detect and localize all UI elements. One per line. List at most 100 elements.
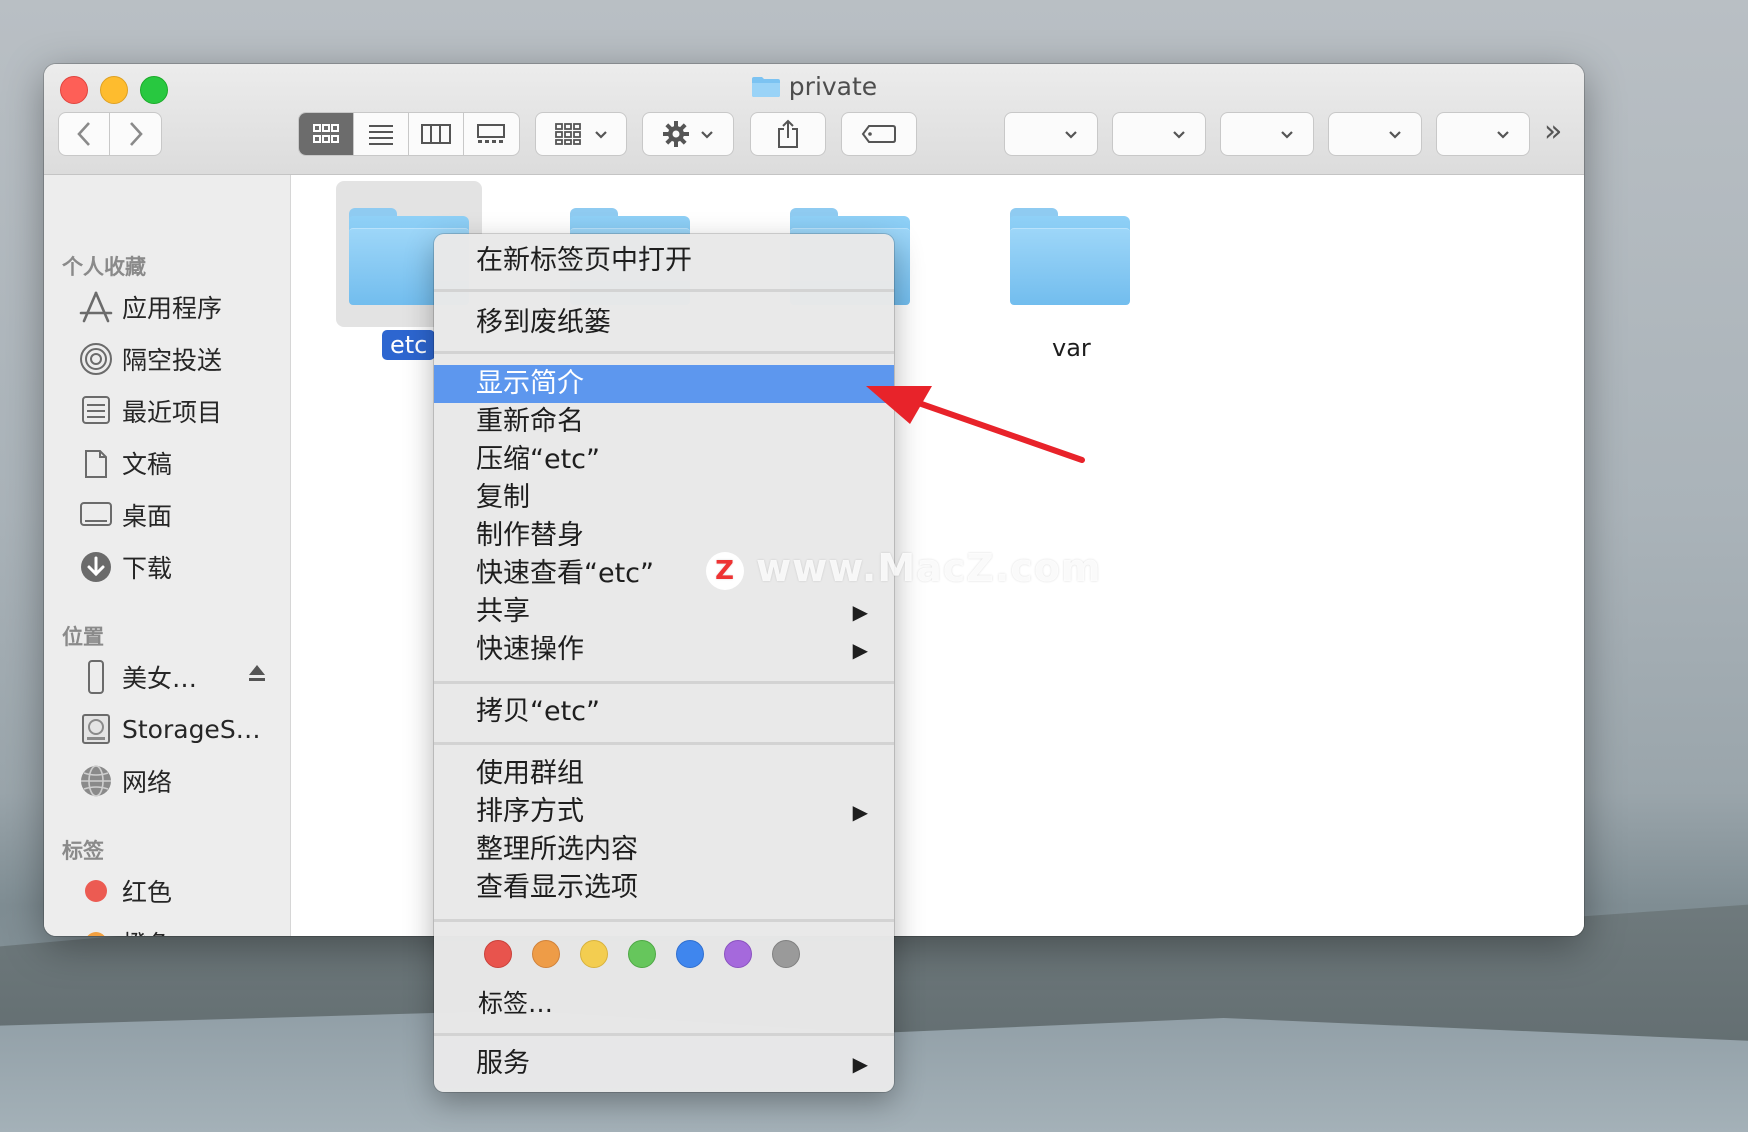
action-button[interactable] [642,112,734,156]
menu-tags[interactable]: 标签… [434,985,894,1023]
sidebar-item-label: 桌面 [122,502,173,531]
desktop-icon [78,497,114,533]
menu-rename[interactable]: 重新命名 [434,403,894,441]
menu-item-label: 服务 [476,1048,530,1079]
columns-icon [421,124,451,144]
folder-var-icon[interactable] [1010,208,1130,305]
column-view-button[interactable] [409,113,464,155]
menu-copy[interactable]: 拷贝“etc” [434,693,894,731]
tag-blue-button[interactable] [676,940,704,968]
back-button[interactable] [59,113,111,155]
toolbar-overflow-button[interactable]: » [1544,114,1562,149]
share-button[interactable] [750,112,826,156]
chevron-down-icon [700,124,714,145]
eject-icon[interactable] [246,661,268,690]
sidebar-item-storage[interactable]: StorageS… [78,709,261,749]
sidebar-header-tags: 标签 [62,839,104,863]
context-menu: 在新标签页中打开 移到废纸篓 显示简介 重新命名 压缩“etc” 复制 制作替身… [434,234,894,1092]
menu-compress[interactable]: 压缩“etc” [434,441,894,479]
sidebar-item-documents[interactable]: 文稿 [78,443,172,483]
sidebar-item-network[interactable]: 网络 [78,761,172,801]
menu-share[interactable]: 共享 ▶ [434,593,894,631]
toolbar-dropdown-4[interactable] [1328,112,1422,156]
list-icon [369,125,393,145]
sidebar-item-airdrop[interactable]: 隔空投送 [78,339,222,379]
menu-separator [434,919,894,922]
chevron-down-icon [1064,125,1078,144]
sidebar-item-label: 网络 [122,768,173,797]
network-icon [78,763,114,799]
menu-move-to-trash[interactable]: 移到废纸篓 [434,304,894,342]
submenu-arrow-icon: ▶ [852,600,868,624]
sidebar-item-label: 隔空投送 [122,346,223,375]
sidebar: 个人收藏 应用程序 隔空投送 最近项目 文稿 桌面 下载 位置 美女… Stor… [44,175,291,936]
tag-green-button[interactable] [628,940,656,968]
menu-show-view-options[interactable]: 查看显示选项 [434,869,894,907]
sidebar-item-label: 文稿 [122,450,173,479]
gallery-view-button[interactable] [464,113,519,155]
sidebar-item-applications[interactable]: 应用程序 [78,287,222,327]
menu-item-label: 排序方式 [476,796,584,827]
forward-button[interactable] [110,113,161,155]
chevron-down-icon [1172,125,1186,144]
sidebar-item-label: StorageS… [122,714,261,744]
menu-sort-by[interactable]: 排序方式 ▶ [434,793,894,831]
annotation-arrow-icon [866,386,1085,463]
menu-get-info[interactable]: 显示简介 [434,365,894,403]
tag-yellow-button[interactable] [580,940,608,968]
tag-purple-button[interactable] [724,940,752,968]
sidebar-header-locations: 位置 [62,625,104,649]
sidebar-item-label: 橙色 [122,925,172,936]
list-view-button[interactable] [354,113,409,155]
menu-separator [434,742,894,745]
menu-item-label: 共享 [476,596,530,627]
sidebar-item-label: 应用程序 [122,294,223,323]
icon-view-button[interactable] [299,113,354,155]
chevron-down-icon [1388,125,1402,144]
tag-gray-button[interactable] [772,940,800,968]
toolbar-dropdown-5[interactable] [1436,112,1530,156]
chevron-right-icon [129,122,143,146]
chevron-down-icon [1280,125,1294,144]
sidebar-item-recents[interactable]: 最近项目 [78,391,222,431]
share-icon [778,119,798,148]
submenu-arrow-icon: ▶ [852,638,868,662]
toolbar-dropdown-2[interactable] [1112,112,1206,156]
menu-separator [434,1033,894,1036]
tag-icon [861,125,896,143]
iphone-icon [78,659,114,695]
sidebar-item-downloads[interactable]: 下载 [78,547,172,587]
group-button[interactable] [535,112,627,156]
toolbar-dropdown-3[interactable] [1220,112,1314,156]
menu-quick-actions[interactable]: 快速操作 ▶ [434,631,894,669]
window-title: private [44,72,1584,101]
chevron-left-icon [77,122,90,146]
watermark-logo-icon: Z [706,552,744,590]
folder-etc-label[interactable]: etc [382,330,436,360]
tag-orange-button[interactable] [532,940,560,968]
menu-item-label: 快速操作 [476,634,584,665]
menu-clean-up-selection[interactable]: 整理所选内容 [434,831,894,869]
menu-services[interactable]: 服务 ▶ [434,1045,894,1083]
tag-red-button[interactable] [484,940,512,968]
gear-icon [663,121,689,147]
folder-var-label[interactable]: var [1052,334,1091,362]
menu-duplicate[interactable]: 复制 [434,479,894,517]
toolbar-dropdown-1[interactable] [1004,112,1098,156]
sidebar-item-iphone[interactable]: 美女… [78,657,274,697]
sidebar-tag-red[interactable]: 红色 [78,871,172,911]
sidebar-tag-orange[interactable]: 橙色 [78,923,172,936]
sidebar-item-label: 最近项目 [122,398,223,427]
sidebar-header-favorites: 个人收藏 [62,255,146,279]
menu-use-groups[interactable]: 使用群组 [434,755,894,793]
recents-icon [78,393,114,429]
menu-open-in-new-tab[interactable]: 在新标签页中打开 [434,242,894,280]
menu-separator [434,681,894,684]
sidebar-item-desktop[interactable]: 桌面 [78,495,172,535]
window-title-text: private [788,72,878,101]
airdrop-icon [78,341,114,377]
orange-tag-dot-icon [85,932,107,936]
red-tag-dot-icon [85,880,107,902]
watermark: Zwww.MacZ.com [706,546,1102,590]
edit-tags-button[interactable] [841,112,917,156]
